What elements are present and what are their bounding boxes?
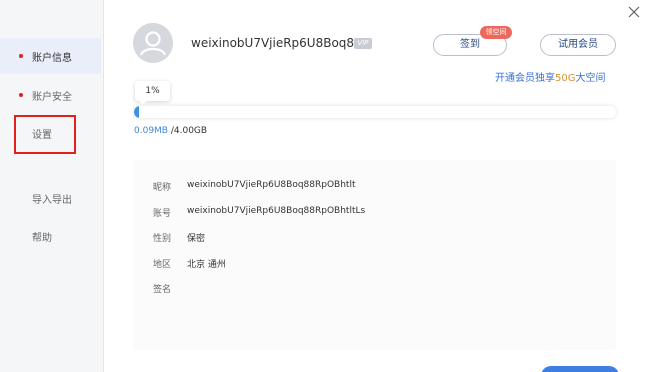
info-row-account: 账号 weixinobU7VjieRp6U8Boq88RpOBhtltLs [153, 206, 365, 219]
sidebar-item-account-info[interactable]: 账户信息 [0, 38, 101, 74]
username: weixinobU7VjieRp6U8Boq88.. [191, 36, 370, 50]
user-avatar-icon [133, 23, 173, 63]
promo-text-suffix: 大空间 [575, 73, 606, 84]
avatar[interactable] [133, 23, 173, 63]
annotation-highlight-box [14, 115, 76, 154]
info-value: weixinobU7VjieRp6U8Boq88RpOBhtlt [187, 180, 356, 190]
info-row-nickname: 昵称 weixinobU7VjieRp6U8Boq88RpOBhtlt [153, 180, 356, 193]
promo-text-prefix: 开通会员独享 [495, 73, 555, 84]
storage-percent-tooltip: 1% [135, 81, 170, 105]
info-key: 性别 [153, 234, 172, 244]
info-key: 账号 [153, 209, 172, 219]
info-row-signature: 签名 [153, 282, 187, 295]
info-key: 地区 [153, 260, 172, 270]
main-panel: weixinobU7VjieRp6U8Boq88.. VIP 签到 领空间 试用… [104, 0, 650, 372]
storage-progress-fill [134, 106, 139, 118]
trial-membership-button[interactable]: 试用会员 [540, 34, 616, 56]
sidebar-item-help[interactable]: 帮助 [0, 218, 101, 254]
info-key: 昵称 [153, 183, 172, 193]
sidebar-item-label: 账户安全 [32, 91, 72, 103]
info-value: weixinobU7VjieRp6U8Boq88RpOBhtltLs [187, 206, 366, 216]
storage-used: 0.09MB [134, 126, 168, 136]
info-key: 签名 [153, 285, 172, 295]
signin-reward-badge: 领空间 [480, 26, 512, 39]
storage-usage-text: 0.09MB /4.00GB [134, 126, 207, 136]
info-value: 保密 [187, 234, 206, 244]
close-icon[interactable] [627, 5, 641, 19]
sidebar-item-account-security[interactable]: 账户安全 [0, 77, 101, 113]
vip-badge: VIP [354, 38, 372, 49]
sidebar-item-import-export[interactable]: 导入导出 [0, 180, 101, 216]
edit-profile-button[interactable] [541, 366, 619, 372]
promo-highlight: 50G [555, 73, 576, 84]
sidebar-item-label: 账户信息 [32, 52, 72, 64]
bullet-dot-icon [19, 93, 23, 97]
sidebar: 账户信息 账户安全 设置 导入导出 帮助 [0, 0, 103, 372]
profile-info-panel: 昵称 weixinobU7VjieRp6U8Boq88RpOBhtlt 账号 w… [133, 160, 616, 350]
sidebar-item-label: 帮助 [32, 232, 52, 244]
info-value: 北京 通州 [187, 260, 226, 270]
info-row-region: 地区 北京 通州 [153, 257, 226, 270]
storage-total: /4.00GB [167, 126, 208, 136]
storage-progress-bar [134, 106, 616, 118]
bullet-dot-icon [19, 54, 23, 58]
membership-promo-link[interactable]: 开通会员独享50G大空间 [495, 69, 605, 84]
sidebar-item-label: 导入导出 [32, 194, 72, 206]
info-row-gender: 性别 保密 [153, 231, 205, 244]
